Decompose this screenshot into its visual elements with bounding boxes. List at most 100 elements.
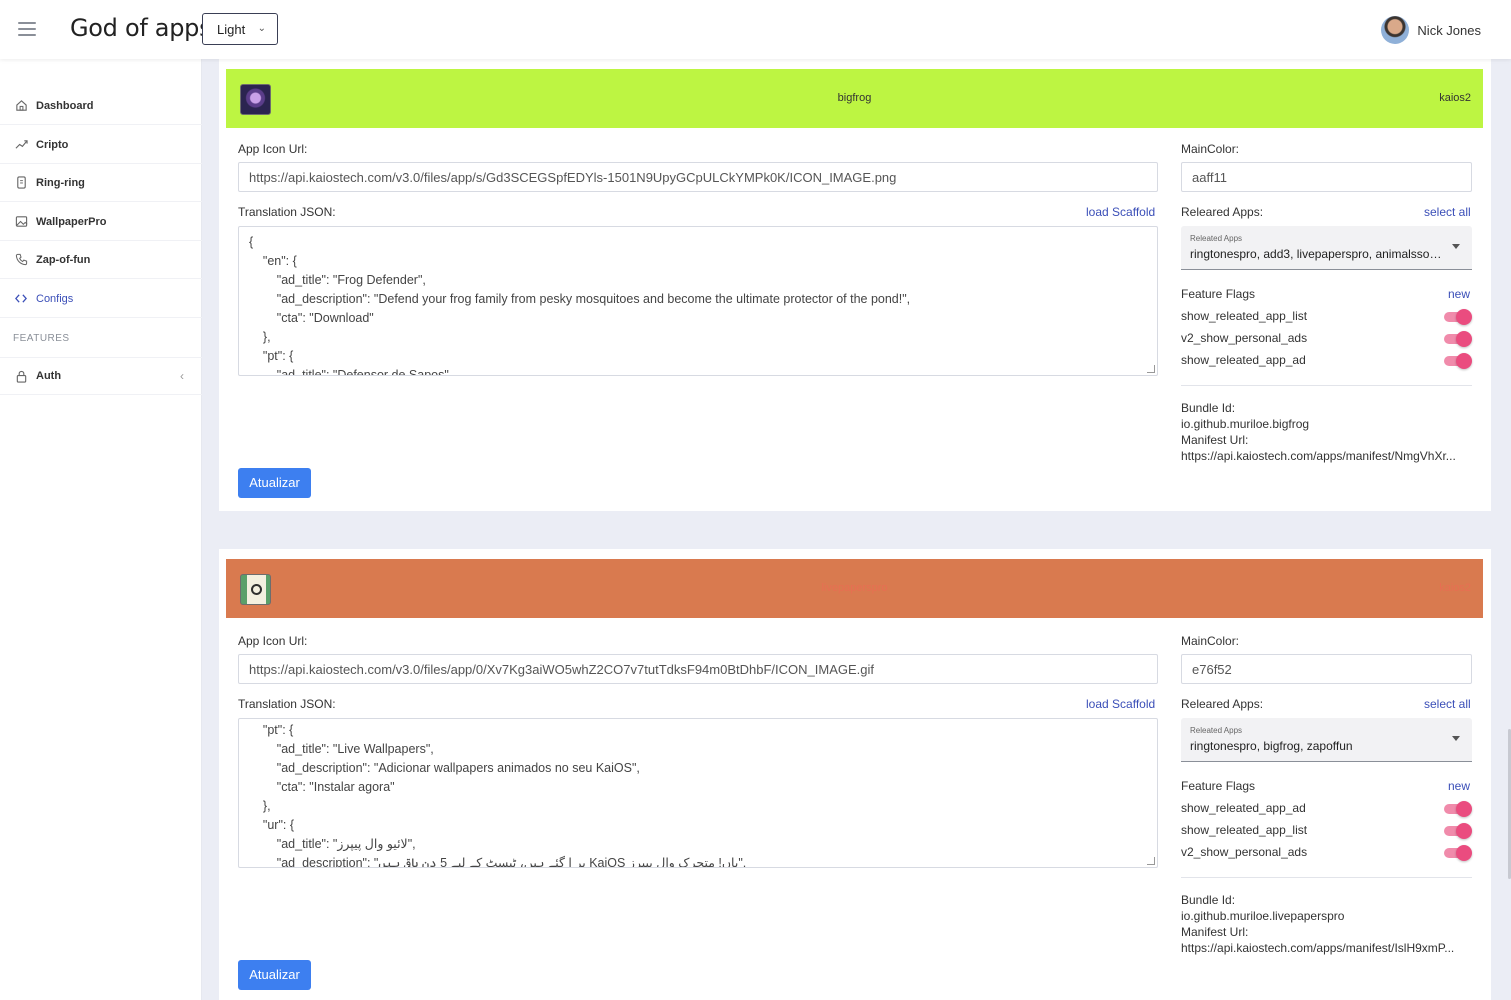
app-icon-url-label: App Icon Url:: [238, 634, 308, 648]
manifest-url-label: Manifest Url:: [1181, 433, 1249, 447]
card-header: bigfrog kaios2: [226, 69, 1483, 128]
sidebar-item-ring-ring[interactable]: Ring-ring: [0, 164, 202, 202]
sidebar-item-label: Dashboard: [36, 99, 94, 112]
divider: [1181, 877, 1472, 878]
update-button[interactable]: Atualizar: [238, 960, 311, 990]
sidebar-item-label: Auth: [36, 370, 62, 382]
feature-flag-toggle[interactable]: [1442, 801, 1472, 817]
app-icon-url-label: App Icon Url:: [238, 142, 308, 156]
translation-json-label: Translation JSON:: [238, 205, 336, 219]
feature-flag-row: show_releated_app_list: [1181, 823, 1472, 841]
main-color-input[interactable]: e76f52: [1181, 654, 1472, 684]
feature-flags-label: Feature Flags: [1181, 287, 1256, 301]
sidebar-item-configs[interactable]: Configs: [0, 280, 202, 318]
platform-label: kaios2: [1439, 92, 1471, 104]
sidebar-item-zap-of-fun[interactable]: Zap-of-fun: [0, 241, 202, 279]
menu-icon[interactable]: [18, 22, 36, 36]
sidebar-item-label: WallpaperPro: [36, 215, 107, 228]
page-scrollbar[interactable]: [1507, 59, 1511, 1000]
home-icon: [14, 99, 28, 113]
main-color-label: MainColor:: [1181, 634, 1240, 648]
theme-select-value: Light: [217, 22, 246, 37]
sidebar-item-label: Zap-of-fun: [36, 253, 91, 266]
main-color-label: MainColor:: [1181, 142, 1240, 156]
manifest-url-value: https://api.kaiostech.com/apps/manifest/…: [1181, 941, 1455, 955]
user-name: Nick Jones: [1417, 22, 1481, 38]
sidebar-section-features: FEATURES: [13, 333, 70, 344]
update-button[interactable]: Atualizar: [238, 468, 311, 498]
divider: [1181, 385, 1472, 386]
sidebar: Dashboard Cripto Ring-ring WallpaperPro …: [0, 59, 202, 1000]
related-apps-select-value: ringtonespro, bigfrog, zapoffun: [1190, 739, 1353, 753]
related-apps-select-label: Releated Apps: [1190, 726, 1243, 735]
chevron-down-icon: ⌄: [257, 23, 266, 34]
platform-label: kaios2: [1439, 582, 1471, 594]
chevron-left-icon: ‹: [180, 369, 184, 383]
lock-icon: [14, 369, 28, 383]
top-app-bar: God of apps Light ⌄ Nick Jones: [0, 0, 1511, 59]
feature-flag-toggle[interactable]: [1442, 823, 1472, 839]
related-apps-select[interactable]: Releated Apps ringtonespro, bigfrog, zap…: [1181, 718, 1472, 762]
feature-flag-toggle[interactable]: [1442, 353, 1472, 369]
manifest-url-label: Manifest Url:: [1181, 925, 1249, 939]
feature-flag-toggle[interactable]: [1442, 309, 1472, 325]
image-icon: [14, 215, 28, 229]
select-all-link[interactable]: select all: [1424, 697, 1471, 711]
sidebar-item-cripto[interactable]: Cripto: [0, 126, 202, 164]
feature-flag-row: show_releated_app_ad: [1181, 353, 1472, 371]
feature-flag-name: v2_show_personal_ads: [1181, 845, 1308, 859]
phone-device-icon: [14, 176, 28, 190]
bundle-id-label: Bundle Id:: [1181, 401, 1236, 415]
feature-flag-name: show_releated_app_list: [1181, 823, 1308, 837]
app-config-card: bigfrog kaios2 App Icon Url: https://api…: [219, 59, 1491, 511]
app-icon-url-input[interactable]: https://api.kaiostech.com/v3.0/files/app…: [238, 654, 1158, 684]
translation-json-textarea[interactable]: "pt": { "ad_title": "Live Wallpapers", "…: [238, 718, 1158, 868]
sidebar-item-wallpaperpro[interactable]: WallpaperPro: [0, 203, 202, 241]
new-flag-link[interactable]: new: [1448, 287, 1470, 301]
new-flag-link[interactable]: new: [1448, 779, 1470, 793]
app-config-card: livepaperspro kaios2 App Icon Url: https…: [219, 549, 1491, 1000]
feature-flag-name: show_releated_app_ad: [1181, 801, 1306, 815]
sidebar-item-auth[interactable]: Auth ‹: [0, 357, 202, 395]
app-meta: Bundle Id: io.github.muriloe.livepapersp…: [1181, 892, 1472, 956]
feature-flag-toggle[interactable]: [1442, 331, 1472, 347]
translation-json-textarea[interactable]: { "en": { "ad_title": "Frog Defender", "…: [238, 226, 1158, 376]
card-header: livepaperspro kaios2: [226, 559, 1483, 618]
bundle-id-value: io.github.muriloe.bigfrog: [1181, 417, 1310, 431]
app-name: livepaperspro: [821, 582, 888, 594]
related-apps-select[interactable]: Releated Apps ringtonespro, add3, livepa…: [1181, 226, 1472, 270]
code-icon: [14, 292, 28, 306]
app-icon-url-input[interactable]: https://api.kaiostech.com/v3.0/files/app…: [238, 162, 1158, 192]
main-color-input[interactable]: aaff11: [1181, 162, 1472, 192]
resize-handle-icon[interactable]: [1147, 857, 1155, 865]
sidebar-item-dashboard[interactable]: Dashboard: [0, 87, 202, 125]
feature-flag-toggle[interactable]: [1442, 845, 1472, 861]
theme-select[interactable]: Light ⌄: [202, 13, 278, 45]
related-apps-label: Releared Apps:: [1181, 205, 1264, 219]
load-scaffold-link[interactable]: load Scaffold: [1086, 697, 1155, 711]
resize-handle-icon[interactable]: [1147, 365, 1155, 373]
translation-json-text: "pt": { "ad_title": "Live Wallpapers", "…: [262, 723, 747, 868]
bundle-id-value: io.github.muriloe.livepaperspro: [1181, 909, 1345, 923]
related-apps-select-value: ringtonespro, add3, livepaperspro, anima…: [1190, 247, 1448, 261]
bundle-id-label: Bundle Id:: [1181, 893, 1236, 907]
sidebar-item-label: Cripto: [36, 138, 69, 151]
feature-flag-name: v2_show_personal_ads: [1181, 331, 1308, 345]
select-all-link[interactable]: select all: [1424, 205, 1471, 219]
translation-json-label: Translation JSON:: [238, 697, 336, 711]
feature-flag-row: show_releated_app_ad: [1181, 801, 1472, 819]
related-apps-label: Releared Apps:: [1181, 697, 1264, 711]
dropdown-arrow-icon: [1452, 244, 1460, 249]
app-name: bigfrog: [837, 92, 872, 104]
user-menu[interactable]: Nick Jones: [1381, 14, 1481, 46]
related-apps-select-label: Releated Apps: [1190, 234, 1243, 243]
translation-json-text: { "en": { "ad_title": "Frog Defender", "…: [249, 235, 911, 376]
app-title: God of apps: [70, 14, 212, 42]
dropdown-arrow-icon: [1452, 736, 1460, 741]
load-scaffold-link[interactable]: load Scaffold: [1086, 205, 1155, 219]
app-meta: Bundle Id: io.github.muriloe.bigfrog Man…: [1181, 400, 1472, 464]
phone-call-icon: [14, 253, 28, 267]
manifest-url-value: https://api.kaiostech.com/apps/manifest/…: [1181, 449, 1456, 463]
feature-flag-row: v2_show_personal_ads: [1181, 845, 1472, 863]
avatar: [1381, 16, 1410, 44]
